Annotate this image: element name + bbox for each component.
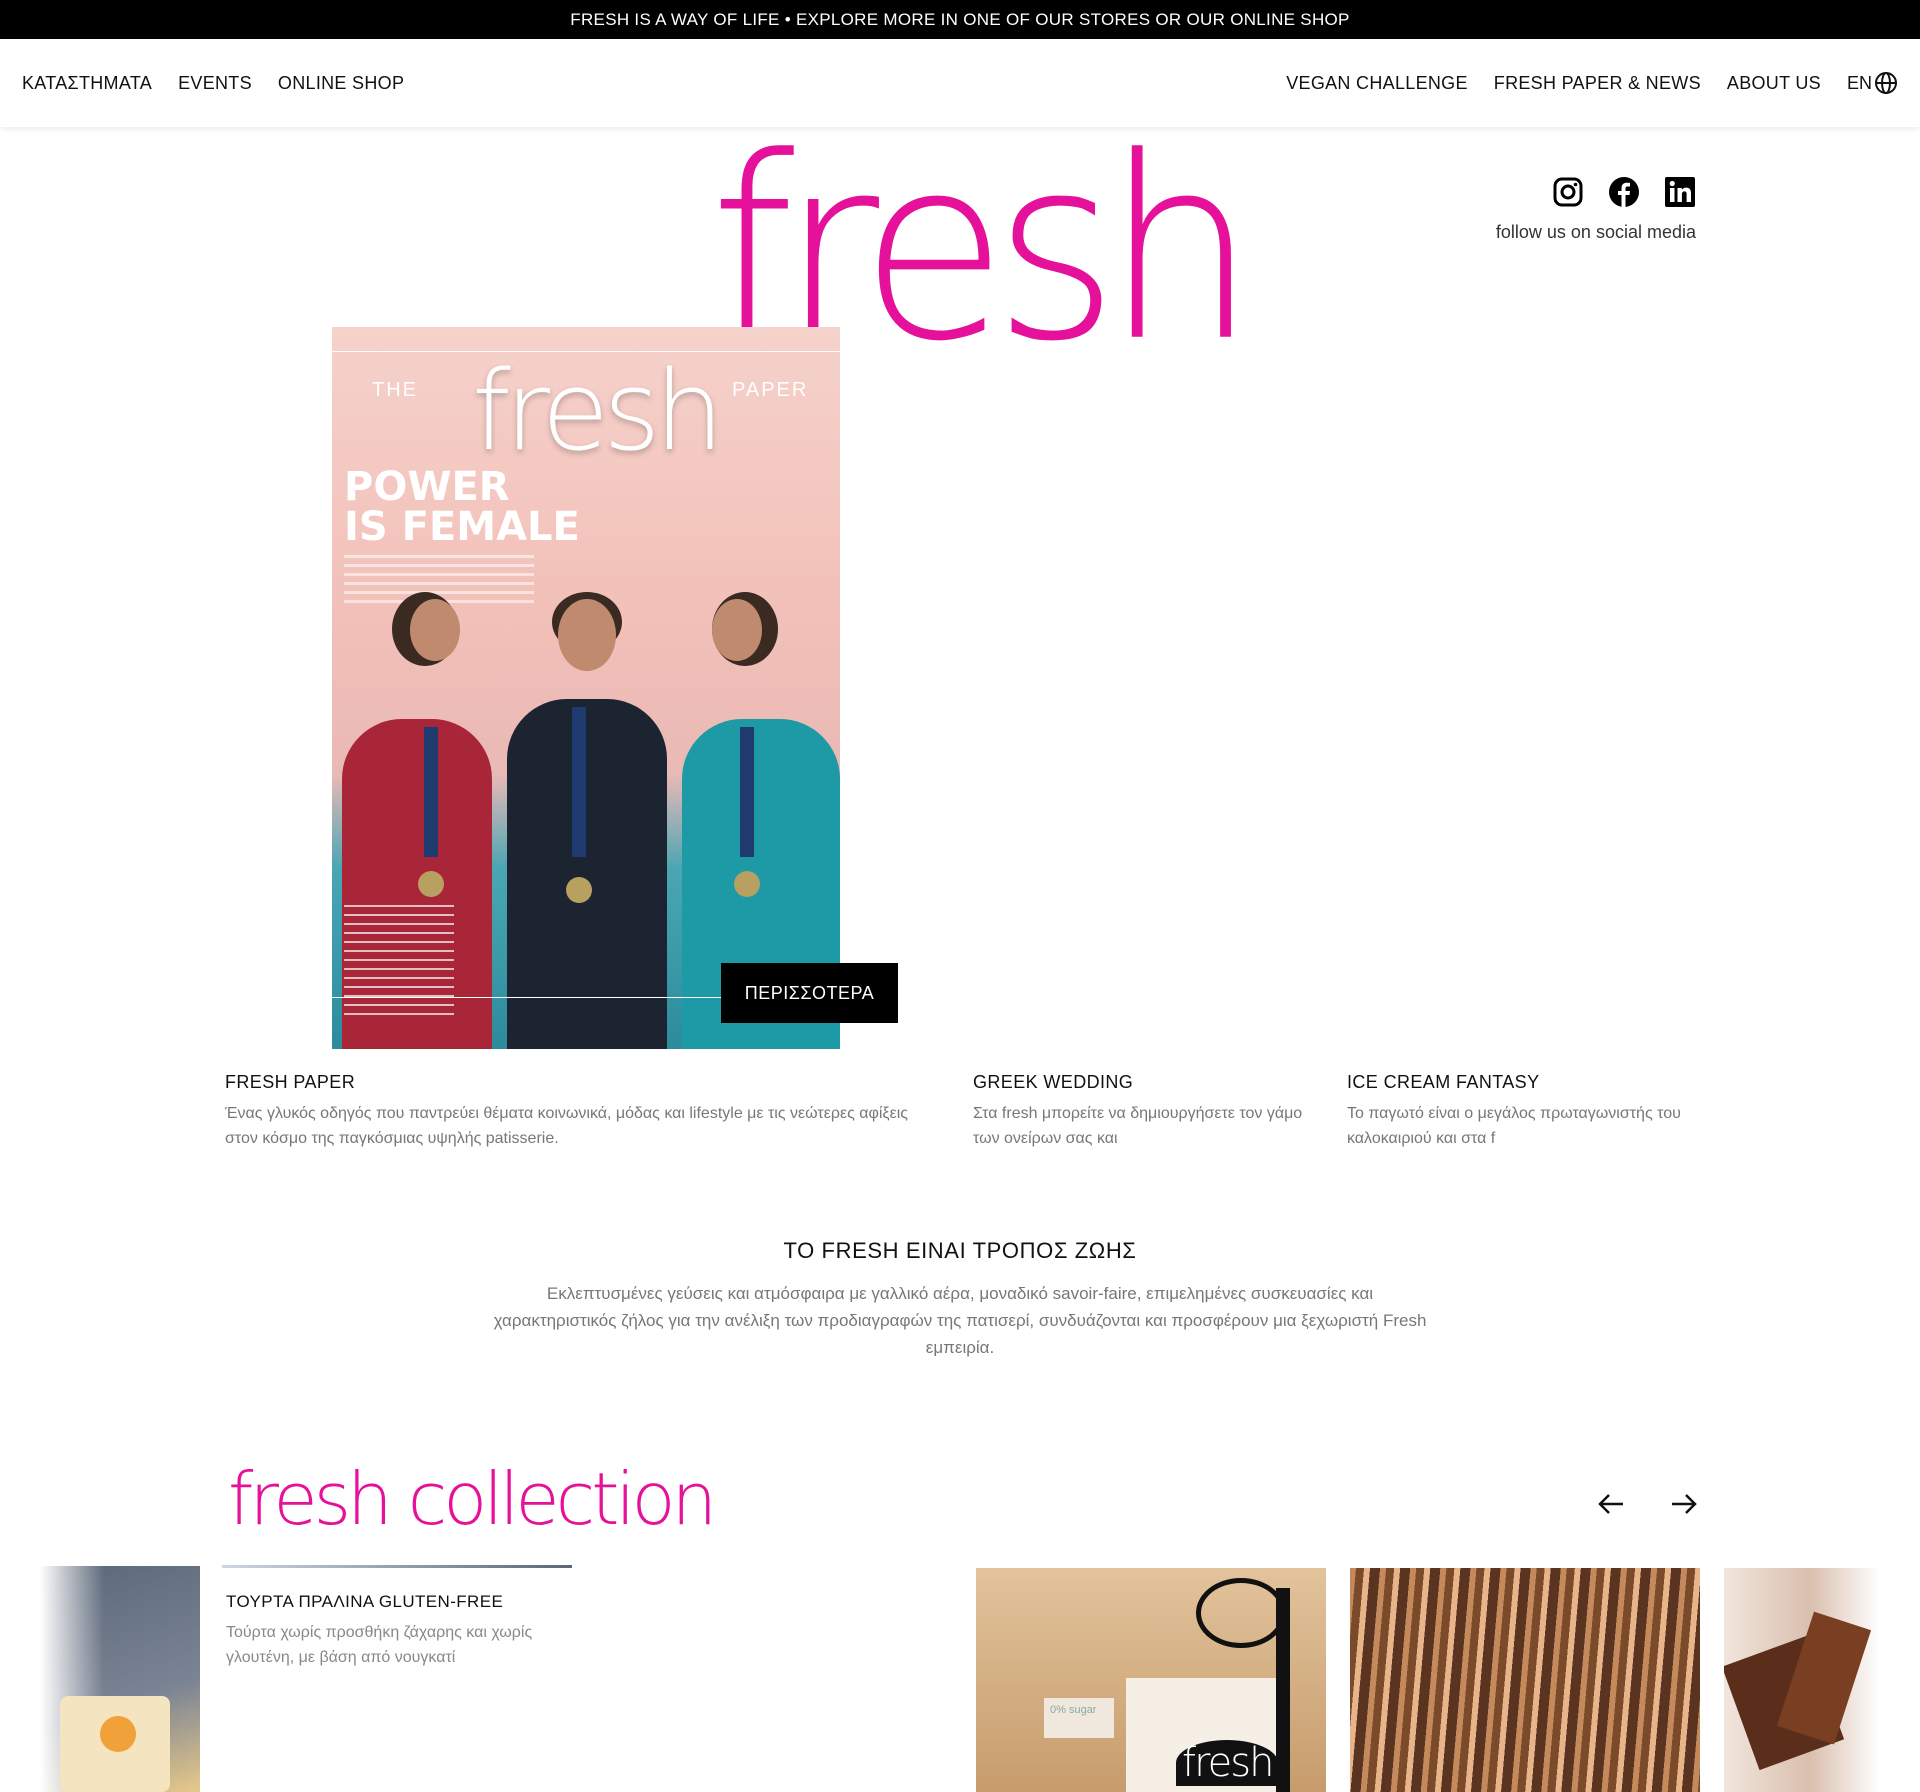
nav-link-events[interactable]: EVENTS: [178, 73, 252, 94]
more-button[interactable]: ΠΕΡΙΣΣΟΤΕΡΑ: [721, 963, 898, 1023]
carousel-prev-button[interactable]: [1591, 1488, 1631, 1520]
product-image-cake-slice[interactable]: [40, 1566, 200, 1792]
product-title: ΤΟΥΡΤΑ ΠΡΑΛΙΝΑ GLUTEN-FREE: [226, 1592, 504, 1611]
language-label: EN: [1846, 72, 1872, 93]
cover-figure-right-head: [712, 599, 762, 661]
language-switcher[interactable]: EN: [1847, 71, 1898, 95]
cover-figure-left-head: [410, 599, 460, 661]
cover-title: fresh: [472, 347, 724, 475]
cover-side-right: PAPER: [732, 379, 809, 401]
cover-medal-ribbon: [572, 707, 586, 857]
globe-icon: [1875, 72, 1897, 94]
linkedin-icon[interactable]: [1664, 176, 1696, 208]
feature-title: GREEK WEDDING: [973, 1072, 1134, 1092]
cover-figure-center-head: [558, 599, 616, 671]
feature-ice-cream-fantasy[interactable]: ICE CREAM FANTASY Το παγωτό είναι ο μεγά…: [1347, 1072, 1687, 1151]
feature-text: Το παγωτό είναι ο μεγάλος πρωταγωνιστής …: [1347, 1105, 1681, 1147]
cover-medal-right: [734, 871, 760, 897]
gift-box-bow: [1196, 1578, 1286, 1648]
fresh-paper-cover-image[interactable]: THE fresh PAPER POWER IS FEMALE: [332, 327, 840, 1049]
social-icons: [1552, 176, 1696, 208]
feature-greek-wedding[interactable]: GREEK WEDDING Στα fresh μπορείτε να δημι…: [973, 1072, 1313, 1151]
social-links: follow us on social media: [1470, 176, 1696, 243]
feature-title: FRESH PAPER: [225, 1072, 356, 1092]
feature-title: ICE CREAM FANTASY: [1347, 1072, 1540, 1092]
product-card-rule: [222, 1565, 572, 1568]
social-caption: follow us on social media: [1495, 222, 1696, 242]
gift-box-ribbon: [1276, 1588, 1290, 1792]
nav-link-vegan-challenge[interactable]: VEGAN CHALLENGE: [1286, 73, 1468, 94]
feature-fresh-paper[interactable]: FRESH PAPER Ένας γλυκός οδηγός που παντρ…: [225, 1072, 933, 1151]
cover-small-text: [344, 905, 454, 1015]
feature-text: Ένας γλυκός οδηγός που παντρεύει θέματα …: [225, 1105, 908, 1147]
intro-text: Εκλεπτυσμένες γεύσεις και ατμόσφαιρα με …: [493, 1284, 1427, 1357]
gift-box-brand: fresh: [1176, 1740, 1279, 1786]
nav-link-fresh-paper-news[interactable]: FRESH PAPER & NEWS: [1494, 73, 1701, 94]
cover-medal-ribbon-right: [740, 727, 754, 857]
more-divider: [332, 997, 722, 998]
feature-text: Στα fresh μπορείτε να δημιουργήσετε τον …: [973, 1105, 1303, 1147]
product-card-praline-cake[interactable]: ΤΟΥΡΤΑ ΠΡΑΛΙΝΑ GLUTEN-FREE Τούρτα χωρίς …: [226, 1592, 571, 1670]
collection-title: fresh collection: [228, 1457, 717, 1541]
cover-headline: POWER IS FEMALE: [344, 464, 580, 550]
cover-medal-ribbon-left: [424, 727, 438, 857]
cover-medal-left: [418, 871, 444, 897]
cover-medal: [566, 877, 592, 903]
nav-link-online-shop[interactable]: ONLINE SHOP: [278, 73, 404, 94]
announcement-text: FRESH IS A WAY OF LIFE • EXPLORE MORE IN…: [570, 9, 1350, 29]
product-image-chocolate[interactable]: [1724, 1568, 1880, 1792]
instagram-icon[interactable]: [1552, 176, 1584, 208]
product-description: Τούρτα χωρίς προσθήκη ζάχαρης και χωρίς …: [226, 1624, 533, 1666]
arrow-right-icon: [1672, 1494, 1697, 1514]
product-image-gift-box[interactable]: 0% sugar fresh: [976, 1568, 1326, 1792]
nav-left-group: ΚΑΤΑΣΤΗΜΑΤΑ EVENTS ONLINE SHOP: [22, 73, 404, 94]
product-image-copper-strands[interactable]: [1350, 1568, 1700, 1792]
arrow-left-icon: [1598, 1494, 1623, 1514]
intro-title: ΤΟ FRESH ΕΙΝΑΙ ΤΡΟΠΟΣ ΖΩΗΣ: [783, 1238, 1137, 1263]
cover-side-left: THE: [372, 379, 418, 401]
nav-link-stores[interactable]: ΚΑΤΑΣΤΗΜΑΤΑ: [22, 73, 152, 94]
facebook-icon[interactable]: [1608, 176, 1640, 208]
sugar-label: 0% sugar: [1044, 1698, 1114, 1738]
carousel-next-button[interactable]: [1664, 1488, 1704, 1520]
nav-right-group: VEGAN CHALLENGE FRESH PAPER & NEWS ABOUT…: [1286, 71, 1898, 95]
nav-link-about-us[interactable]: ABOUT US: [1727, 73, 1821, 94]
main-navigation: ΚΑΤΑΣΤΗΜΑΤΑ EVENTS ONLINE SHOP VEGAN CHA…: [0, 39, 1920, 127]
orange-garnish: [100, 1716, 136, 1752]
announcement-bar: FRESH IS A WAY OF LIFE • EXPLORE MORE IN…: [0, 0, 1920, 39]
